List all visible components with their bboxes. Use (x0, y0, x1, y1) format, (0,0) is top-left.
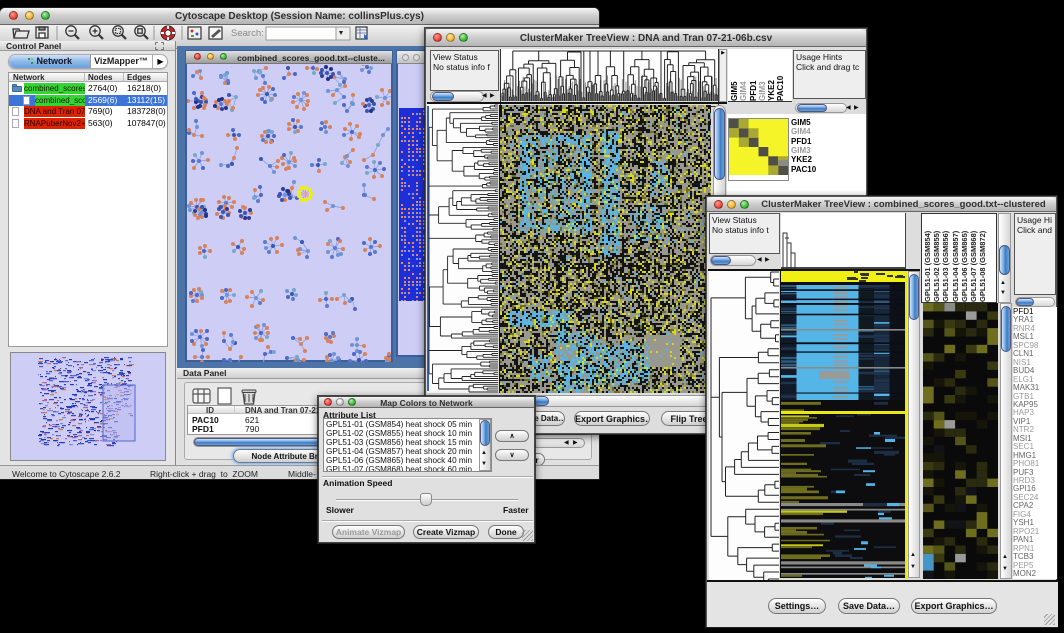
svg-text:Search:: Search: (231, 28, 264, 39)
